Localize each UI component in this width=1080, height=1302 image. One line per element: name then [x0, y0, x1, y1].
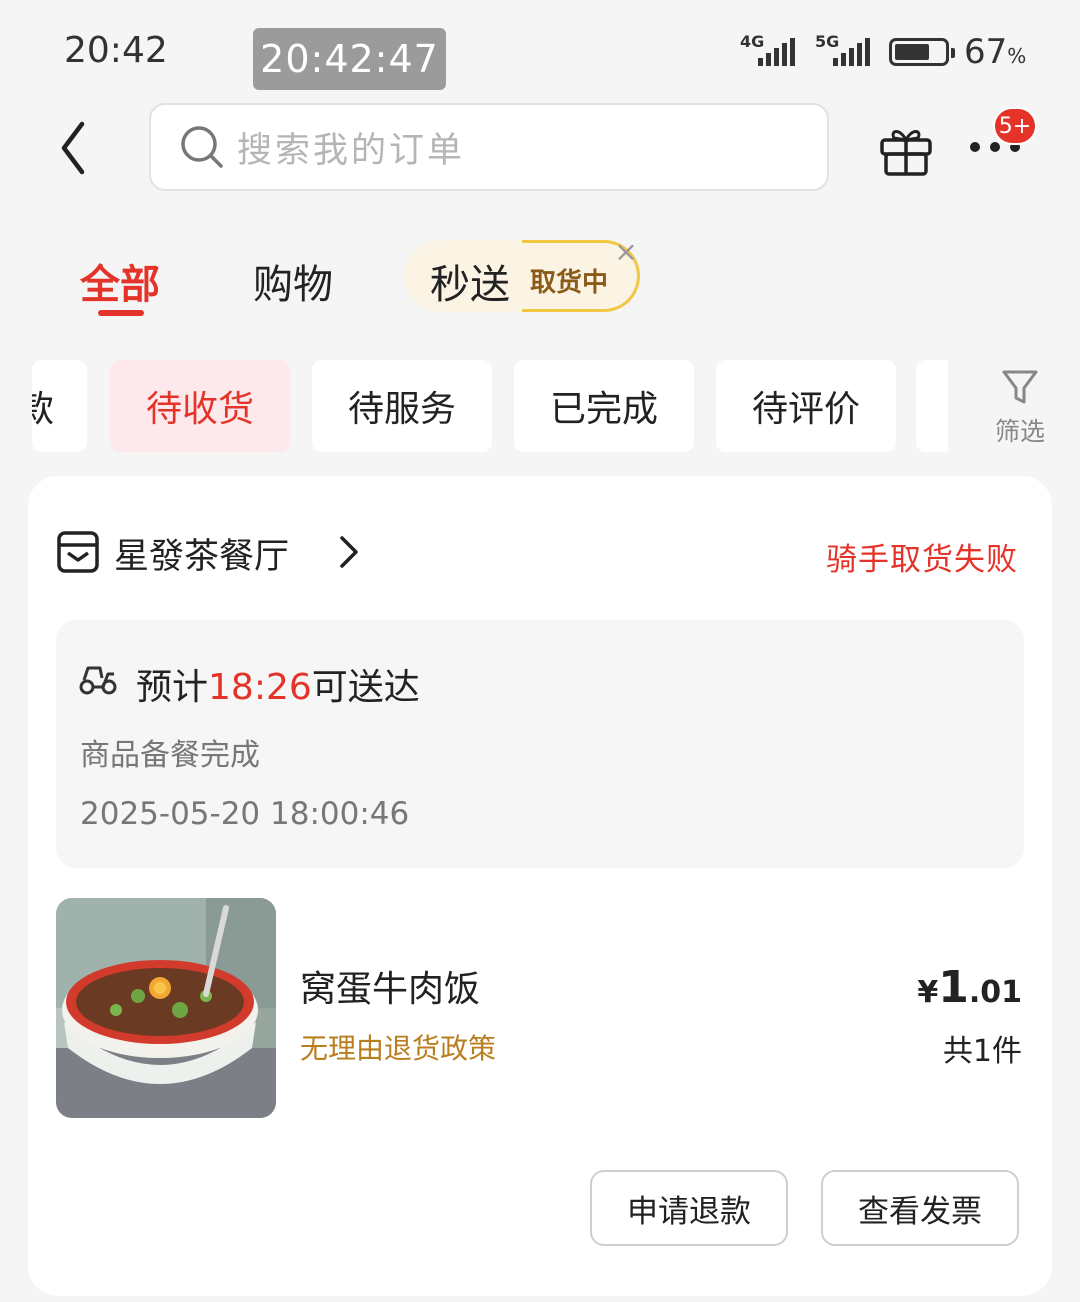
- back-chevron-icon: [61, 121, 85, 175]
- search-icon: [181, 126, 223, 168]
- filter-label: 筛选: [994, 417, 1045, 446]
- tab-flash-delivery[interactable]: 秒送 取货中 ×: [404, 238, 640, 312]
- chevron-right-icon: [340, 536, 358, 568]
- chip-to-service[interactable]: 待服务: [312, 360, 492, 452]
- tab-all[interactable]: 全部: [80, 252, 160, 310]
- refund-button[interactable]: 申请退款: [590, 1170, 788, 1246]
- message-badge: 5+: [993, 107, 1037, 145]
- view-invoice-button[interactable]: 查看发票: [821, 1170, 1019, 1246]
- product-name[interactable]: 窝蛋牛肉饭: [300, 960, 480, 1012]
- chip-to-review[interactable]: 待评价: [716, 360, 896, 452]
- chip-partial-right: [916, 360, 948, 452]
- store-icon: [57, 531, 99, 573]
- order-status-text: 骑手取货失败: [826, 542, 1018, 578]
- shop-name: 星發茶餐厅: [114, 537, 290, 577]
- battery-icon: [889, 38, 955, 66]
- tab-flash-status: 取货中: [530, 268, 609, 298]
- tab-flash-label: 秒送: [430, 262, 510, 308]
- order-card[interactable]: 星發茶餐厅 骑手取货失败 预计18:26可送达 商品备餐完成 2025-05-2…: [28, 476, 1052, 1296]
- filter-icon: [1002, 370, 1038, 404]
- filter-button[interactable]: 筛选: [975, 368, 1065, 453]
- delivery-info[interactable]: 预计18:26可送达 商品备餐完成 2025-05-20 18:00:46: [56, 620, 1024, 868]
- screenshot-time-overlay: 20:42:47: [253, 28, 446, 90]
- product-quantity: 共1件: [942, 1034, 1022, 1069]
- top-nav: 搜索我的订单: [0, 100, 1080, 195]
- progress-text: 商品备餐完成: [80, 738, 260, 773]
- chip-to-receive[interactable]: 待收货: [110, 360, 290, 452]
- close-icon[interactable]: ×: [612, 238, 640, 266]
- scooter-icon: [79, 666, 117, 695]
- battery-percent: 67%: [964, 32, 1027, 72]
- gift-button[interactable]: [876, 118, 936, 178]
- status-bar: 20:42 20:42:47 4G 5G 67%: [0, 0, 1080, 96]
- beef-rice-bowl-image: [56, 898, 276, 1118]
- search-input[interactable]: 搜索我的订单: [149, 103, 829, 191]
- tab-shopping[interactable]: 购物: [253, 252, 333, 310]
- chip-partial[interactable]: 款: [32, 360, 87, 452]
- shop-header[interactable]: 星發茶餐厅 骑手取货失败: [56, 524, 1026, 584]
- back-button[interactable]: [52, 118, 100, 178]
- more-dots-icon: [970, 142, 980, 152]
- order-type-tabs: 全部 购物 秒送 取货中 ×: [0, 230, 1080, 330]
- product-price: ¥1.01: [917, 962, 1022, 1013]
- status-clock: 20:42: [64, 30, 168, 71]
- return-policy-tag: 无理由退货政策: [300, 1032, 497, 1065]
- gift-icon: [880, 130, 932, 176]
- order-status-filter: 款 待收货 待服务 已完成 待评价 筛选: [0, 360, 1080, 455]
- product-thumbnail[interactable]: [56, 898, 276, 1118]
- eta-text: 预计18:26可送达: [136, 667, 420, 708]
- chip-completed[interactable]: 已完成: [514, 360, 694, 452]
- search-placeholder: 搜索我的订单: [237, 130, 466, 171]
- eta-time: 18:26: [208, 667, 312, 708]
- progress-timestamp: 2025-05-20 18:00:46: [80, 796, 410, 832]
- tab-active-indicator: [98, 310, 144, 316]
